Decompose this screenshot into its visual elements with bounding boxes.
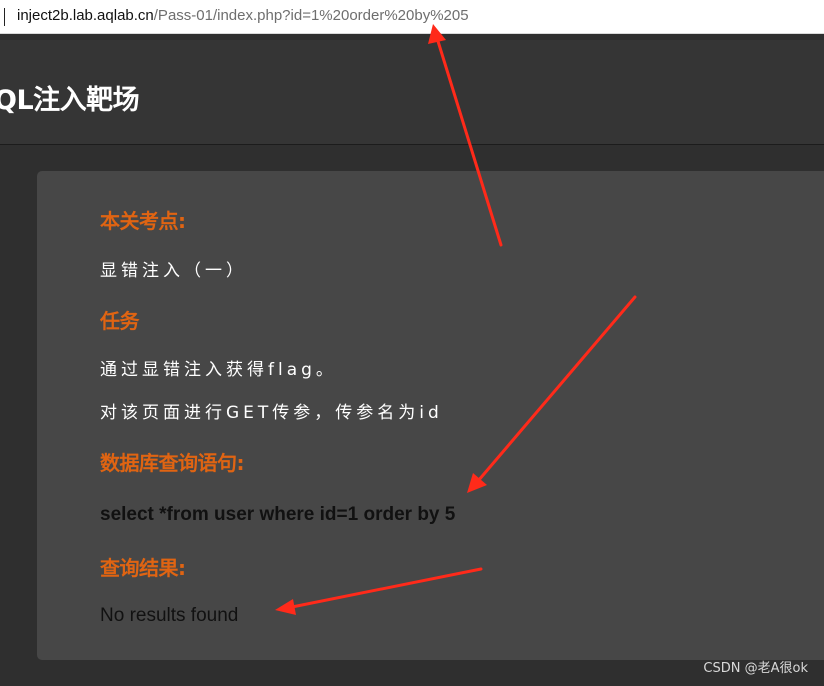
focus-text: 显错注入（一） — [100, 261, 247, 281]
task-line-1: 通过显错注入获得flag。 — [100, 360, 337, 380]
url-path: /Pass-01/index.php?id=1%20order%20by%205 — [153, 7, 469, 24]
watermark: CSDN @老A很ok — [703, 661, 808, 676]
query-heading: 数据库查询语句: — [100, 451, 245, 475]
sql-query-text: select *from user where id=1 order by 5 — [100, 504, 456, 525]
site-title: QL注入靶场 — [0, 85, 140, 116]
result-heading: 查询结果: — [100, 556, 186, 580]
focus-heading: 本关考点: — [100, 209, 186, 233]
site-header: QL注入靶场 — [0, 40, 824, 145]
url-text[interactable]: inject2b.lab.aqlab.cn/Pass-01/index.php?… — [17, 6, 469, 26]
text-cursor — [4, 8, 5, 26]
url-host: inject2b.lab.aqlab.cn — [17, 7, 154, 24]
task-heading: 任务 — [100, 309, 140, 333]
query-result-text: No results found — [100, 605, 239, 626]
address-bar[interactable]: inject2b.lab.aqlab.cn/Pass-01/index.php?… — [0, 0, 824, 34]
task-line-2: 对该页面进行GET传参，传参名为id — [100, 403, 443, 423]
